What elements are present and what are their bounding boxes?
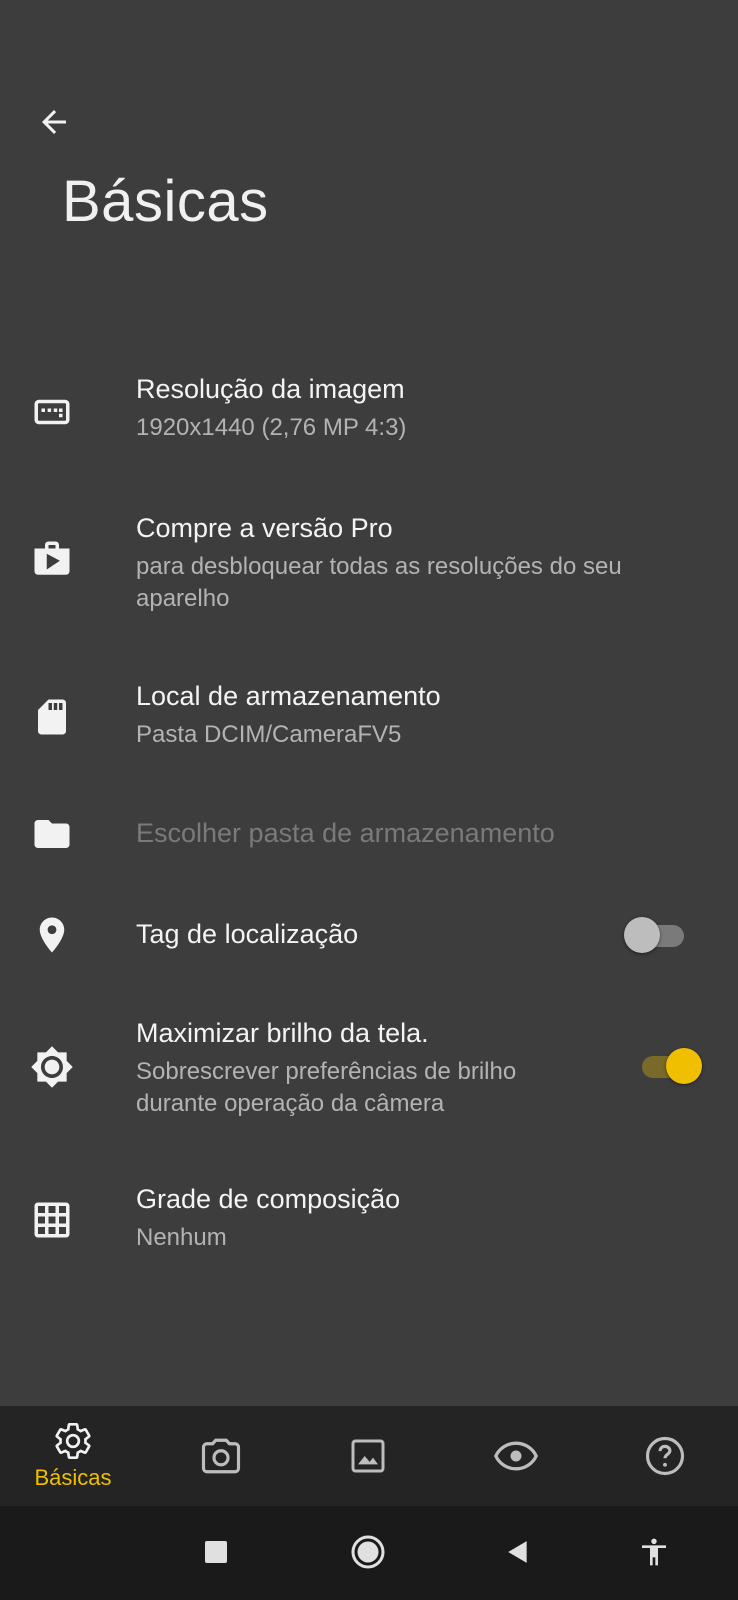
nav-item-image[interactable]	[308, 1406, 428, 1506]
accessibility-button[interactable]	[632, 1530, 676, 1574]
setting-summary: Pasta DCIM/CameraFV5	[136, 721, 402, 748]
square-icon	[205, 1541, 227, 1563]
setting-composition-grid[interactable]: Grade de composição Nenhum	[0, 1170, 738, 1270]
eye-icon	[494, 1441, 538, 1471]
setting-storage-location[interactable]: Local de armazenamento Pasta DCIM/Camera…	[0, 665, 738, 765]
back-button[interactable]	[32, 100, 76, 144]
recents-button[interactable]	[194, 1530, 238, 1574]
setting-choose-storage-folder[interactable]: Escolher pasta de armazenamento	[0, 800, 738, 870]
setting-summary: 1920x1440 (2,76 MP 4:3)	[136, 414, 407, 441]
shop-icon	[30, 537, 74, 581]
accessibility-icon	[642, 1538, 666, 1566]
setting-summary: Sobrescrever preferências de brilho dura…	[136, 1058, 517, 1117]
setting-title: Tag de localização	[136, 919, 359, 949]
setting-title: Escolher pasta de armazenamento	[136, 818, 555, 848]
image-icon	[351, 1439, 385, 1473]
brightness-icon	[30, 1045, 74, 1089]
setting-title: Local de armazenamento	[136, 681, 441, 711]
circle-icon	[351, 1535, 385, 1569]
triangle-back-icon	[508, 1541, 527, 1563]
setting-title: Compre a versão Pro	[136, 513, 393, 543]
location-tag-toggle[interactable]	[624, 915, 688, 955]
setting-buy-pro[interactable]: Compre a versão Pro para desbloquear tod…	[0, 495, 738, 625]
max-brightness-toggle[interactable]	[638, 1046, 702, 1086]
nav-label: Básicas	[34, 1465, 112, 1490]
folder-icon	[30, 812, 74, 856]
location-pin-icon	[30, 913, 74, 957]
gear-icon	[55, 1423, 91, 1459]
setting-title: Resolução da imagem	[136, 374, 405, 404]
setting-title: Grade de composição	[136, 1184, 401, 1214]
toggle-thumb	[624, 917, 660, 953]
setting-title: Maximizar brilho da tela.	[136, 1018, 429, 1048]
toggle-thumb	[666, 1048, 702, 1084]
setting-image-resolution[interactable]: Resolução da imagem 1920x1440 (2,76 MP 4…	[0, 360, 738, 460]
setting-location-tag[interactable]: Tag de localização	[0, 895, 738, 975]
resolution-icon	[30, 390, 74, 434]
system-navigation-bar	[0, 1506, 738, 1600]
nav-item-help[interactable]	[605, 1406, 725, 1506]
arrow-back-icon	[42, 110, 66, 134]
nav-item-basicas[interactable]: Básicas	[13, 1406, 133, 1506]
sd-card-icon	[30, 695, 74, 739]
grid-icon	[30, 1198, 74, 1242]
setting-max-brightness[interactable]: Maximizar brilho da tela. Sobrescrever p…	[0, 1000, 738, 1130]
nav-item-view[interactable]	[456, 1406, 576, 1506]
back-nav-button[interactable]	[496, 1530, 540, 1574]
camera-icon	[201, 1438, 241, 1474]
home-button[interactable]	[346, 1530, 390, 1574]
setting-summary: Nenhum	[136, 1224, 227, 1251]
help-icon	[645, 1436, 685, 1476]
nav-item-camera[interactable]	[161, 1406, 281, 1506]
bottom-navigation: Básicas	[0, 1406, 738, 1506]
page-title: Básicas	[62, 169, 269, 234]
setting-summary: para desbloquear todas as resoluções do …	[136, 553, 622, 612]
